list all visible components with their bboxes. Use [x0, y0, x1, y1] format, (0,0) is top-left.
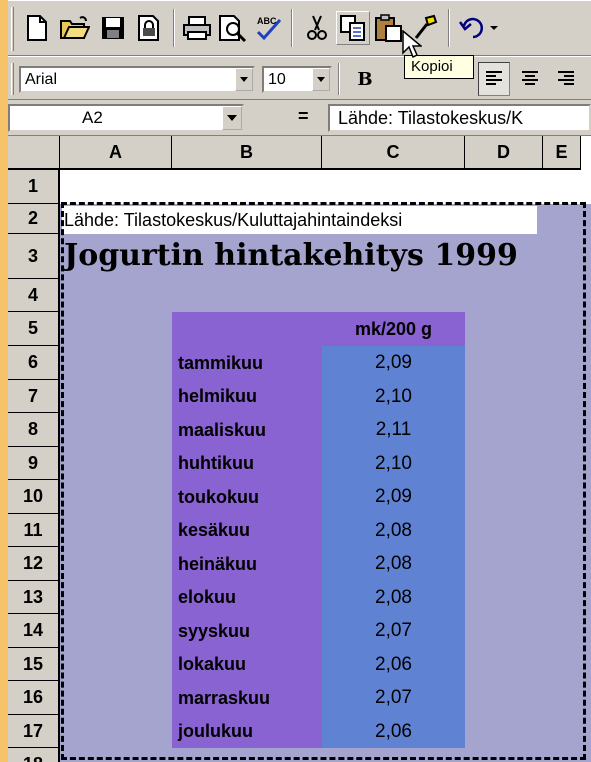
equals-sign[interactable]: =	[298, 106, 309, 127]
print-preview-icon[interactable]	[216, 11, 250, 45]
row-header-10[interactable]: 10	[8, 480, 60, 514]
toolbar-separator	[448, 9, 450, 47]
row-header-16[interactable]: 16	[8, 681, 60, 715]
price-cell[interactable]: 2,09	[322, 346, 465, 380]
formula-input[interactable]: Lähde: Tilastokeskus/K	[328, 104, 591, 132]
table-corner-cell[interactable]	[172, 312, 322, 346]
column-header-a[interactable]: A	[60, 136, 172, 170]
print-icon[interactable]	[180, 11, 214, 45]
paste-icon[interactable]	[372, 11, 406, 45]
month-cell[interactable]: helmikuu	[172, 380, 322, 413]
row-header-18[interactable]: 18	[8, 748, 60, 762]
row-header-8[interactable]: 8	[8, 413, 60, 447]
row-header-1[interactable]: 1	[8, 170, 60, 204]
price-cell[interactable]: 2,10	[322, 380, 465, 413]
font-name-value: Arial	[25, 71, 58, 88]
font-name-select[interactable]: Arial	[19, 66, 255, 93]
price-cell[interactable]: 2,09	[322, 480, 465, 514]
month-cell[interactable]: tammikuu	[172, 346, 322, 380]
name-box-value: A2	[82, 108, 103, 127]
price-cell[interactable]: 2,06	[322, 648, 465, 681]
price-cell[interactable]: 2,11	[322, 413, 465, 447]
month-cell[interactable]: syyskuu	[172, 614, 322, 648]
price-cell[interactable]: 2,08	[322, 547, 465, 581]
row-header-13[interactable]: 13	[8, 581, 60, 614]
sheet-title[interactable]: Jogurtin hintakehitys 1999	[64, 236, 518, 276]
price-cell[interactable]: 2,08	[322, 514, 465, 547]
chevron-down-icon[interactable]	[222, 106, 242, 130]
month-cell[interactable]: maaliskuu	[172, 413, 322, 447]
row-header-12[interactable]: 12	[8, 547, 60, 581]
column-header-c[interactable]: C	[322, 136, 465, 170]
price-cell[interactable]: 2,10	[322, 447, 465, 480]
row-header-17[interactable]: 17	[8, 715, 60, 748]
column-header-d[interactable]: D	[465, 136, 543, 170]
undo-icon[interactable]	[456, 11, 504, 45]
open-icon[interactable]	[58, 11, 92, 45]
row-header-6[interactable]: 6	[8, 346, 60, 380]
price-cell[interactable]: 2,08	[322, 581, 465, 614]
row-header-7[interactable]: 7	[8, 380, 60, 413]
mouse-pointer-icon	[402, 30, 422, 59]
spelling-icon[interactable]: ABC	[252, 11, 286, 45]
worksheet-grid[interactable]: ABCDE 123456789101112131415161718 Lähde:…	[8, 136, 591, 762]
font-size-select[interactable]: 10	[262, 66, 332, 93]
month-cell[interactable]: marraskuu	[172, 681, 322, 715]
price-cell[interactable]: 2,07	[322, 681, 465, 715]
row-header-5[interactable]: 5	[8, 312, 60, 346]
chevron-down-icon[interactable]	[312, 68, 330, 91]
standard-toolbar: ABC	[8, 0, 591, 56]
row-header-11[interactable]: 11	[8, 514, 60, 547]
chevron-down-icon[interactable]	[235, 68, 253, 91]
price-cell[interactable]: 2,07	[322, 614, 465, 648]
row-header-3[interactable]: 3	[8, 234, 60, 279]
toolbar-separator	[173, 9, 175, 47]
name-box[interactable]: A2	[8, 104, 244, 132]
copy-icon[interactable]	[336, 11, 370, 45]
month-cell[interactable]: huhtikuu	[172, 447, 322, 480]
month-cell[interactable]: elokuu	[172, 581, 322, 614]
select-all-corner[interactable]	[8, 136, 60, 170]
bold-button[interactable]: B	[348, 63, 382, 95]
row-header-2[interactable]: 2	[8, 204, 60, 234]
row-header-4[interactable]: 4	[8, 279, 60, 312]
source-cell[interactable]: Lähde: Tilastokeskus/Kuluttajahintaindek…	[62, 206, 537, 234]
new-icon[interactable]	[20, 11, 54, 45]
month-cell[interactable]: heinäkuu	[172, 547, 322, 581]
formatting-toolbar: Arial 10 B	[8, 56, 591, 100]
cut-icon[interactable]	[300, 11, 334, 45]
align-right-icon[interactable]	[550, 62, 582, 96]
toolbar-separator	[338, 63, 340, 95]
row-header-9[interactable]: 9	[8, 447, 60, 480]
desktop-edge	[0, 0, 8, 762]
price-cell[interactable]: 2,06	[322, 715, 465, 748]
toolbar-separator	[291, 9, 293, 47]
row-header-14[interactable]: 14	[8, 614, 60, 648]
toolbar-grip[interactable]	[11, 7, 14, 51]
column-header-b[interactable]: B	[172, 136, 322, 170]
save-icon[interactable]	[96, 11, 130, 45]
align-center-icon[interactable]	[514, 62, 546, 96]
month-cell[interactable]: joulukuu	[172, 715, 322, 748]
month-cell[interactable]: kesäkuu	[172, 514, 322, 547]
permission-icon[interactable]	[132, 11, 166, 45]
column-header-e[interactable]: E	[543, 136, 581, 170]
align-left-icon[interactable]	[478, 62, 510, 96]
font-size-value: 10	[268, 71, 286, 88]
month-cell[interactable]: toukokuu	[172, 480, 322, 514]
month-cell[interactable]: lokakuu	[172, 648, 322, 681]
formula-bar: A2 = Lähde: Tilastokeskus/K	[8, 100, 591, 136]
row-header-15[interactable]: 15	[8, 648, 60, 681]
excel-window: ABC Arial 10 B Kopioi A2 = Lähde: Tilast…	[0, 0, 591, 762]
unit-header[interactable]: mk/200 g	[322, 312, 465, 346]
toolbar-grip[interactable]	[11, 63, 14, 95]
